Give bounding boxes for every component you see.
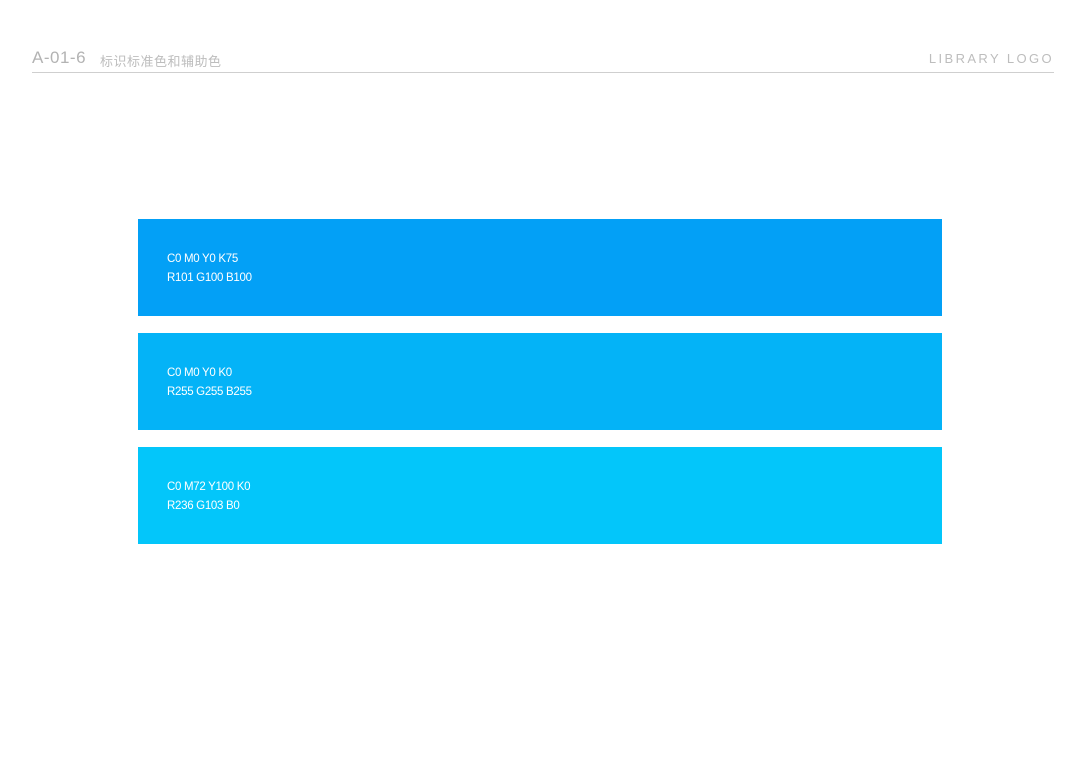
color-swatch: C0 M72 Y100 K0 R236 G103 B0 <box>138 447 942 544</box>
swatch-cmyk: C0 M0 Y0 K75 <box>167 253 238 265</box>
color-swatch: C0 M0 Y0 K75 R101 G100 B100 <box>138 219 942 316</box>
color-swatch-list: C0 M0 Y0 K75 R101 G100 B100 C0 M0 Y0 K0 … <box>138 219 942 561</box>
page-code: A-01-6 <box>32 48 87 67</box>
swatch-cmyk: C0 M72 Y100 K0 <box>167 481 251 493</box>
brand-label: LIBRARY LOGO <box>928 51 1054 66</box>
page-header: A-01-6 标识标准色和辅助色 LIBRARY LOGO <box>32 46 1054 73</box>
swatch-values: C0 M0 Y0 K75 R101 G100 B100 <box>167 250 252 288</box>
swatch-rgb: R236 G103 B0 <box>167 500 240 512</box>
swatch-values: C0 M0 Y0 K0 R255 G255 B255 <box>167 364 252 402</box>
swatch-rgb: R255 G255 B255 <box>167 386 252 398</box>
swatch-rgb: R101 G100 B100 <box>167 272 252 284</box>
color-swatch: C0 M0 Y0 K0 R255 G255 B255 <box>138 333 942 430</box>
page-title: 标识标准色和辅助色 <box>100 55 222 70</box>
swatch-cmyk: C0 M0 Y0 K0 <box>167 367 232 379</box>
swatch-values: C0 M72 Y100 K0 R236 G103 B0 <box>167 478 250 516</box>
